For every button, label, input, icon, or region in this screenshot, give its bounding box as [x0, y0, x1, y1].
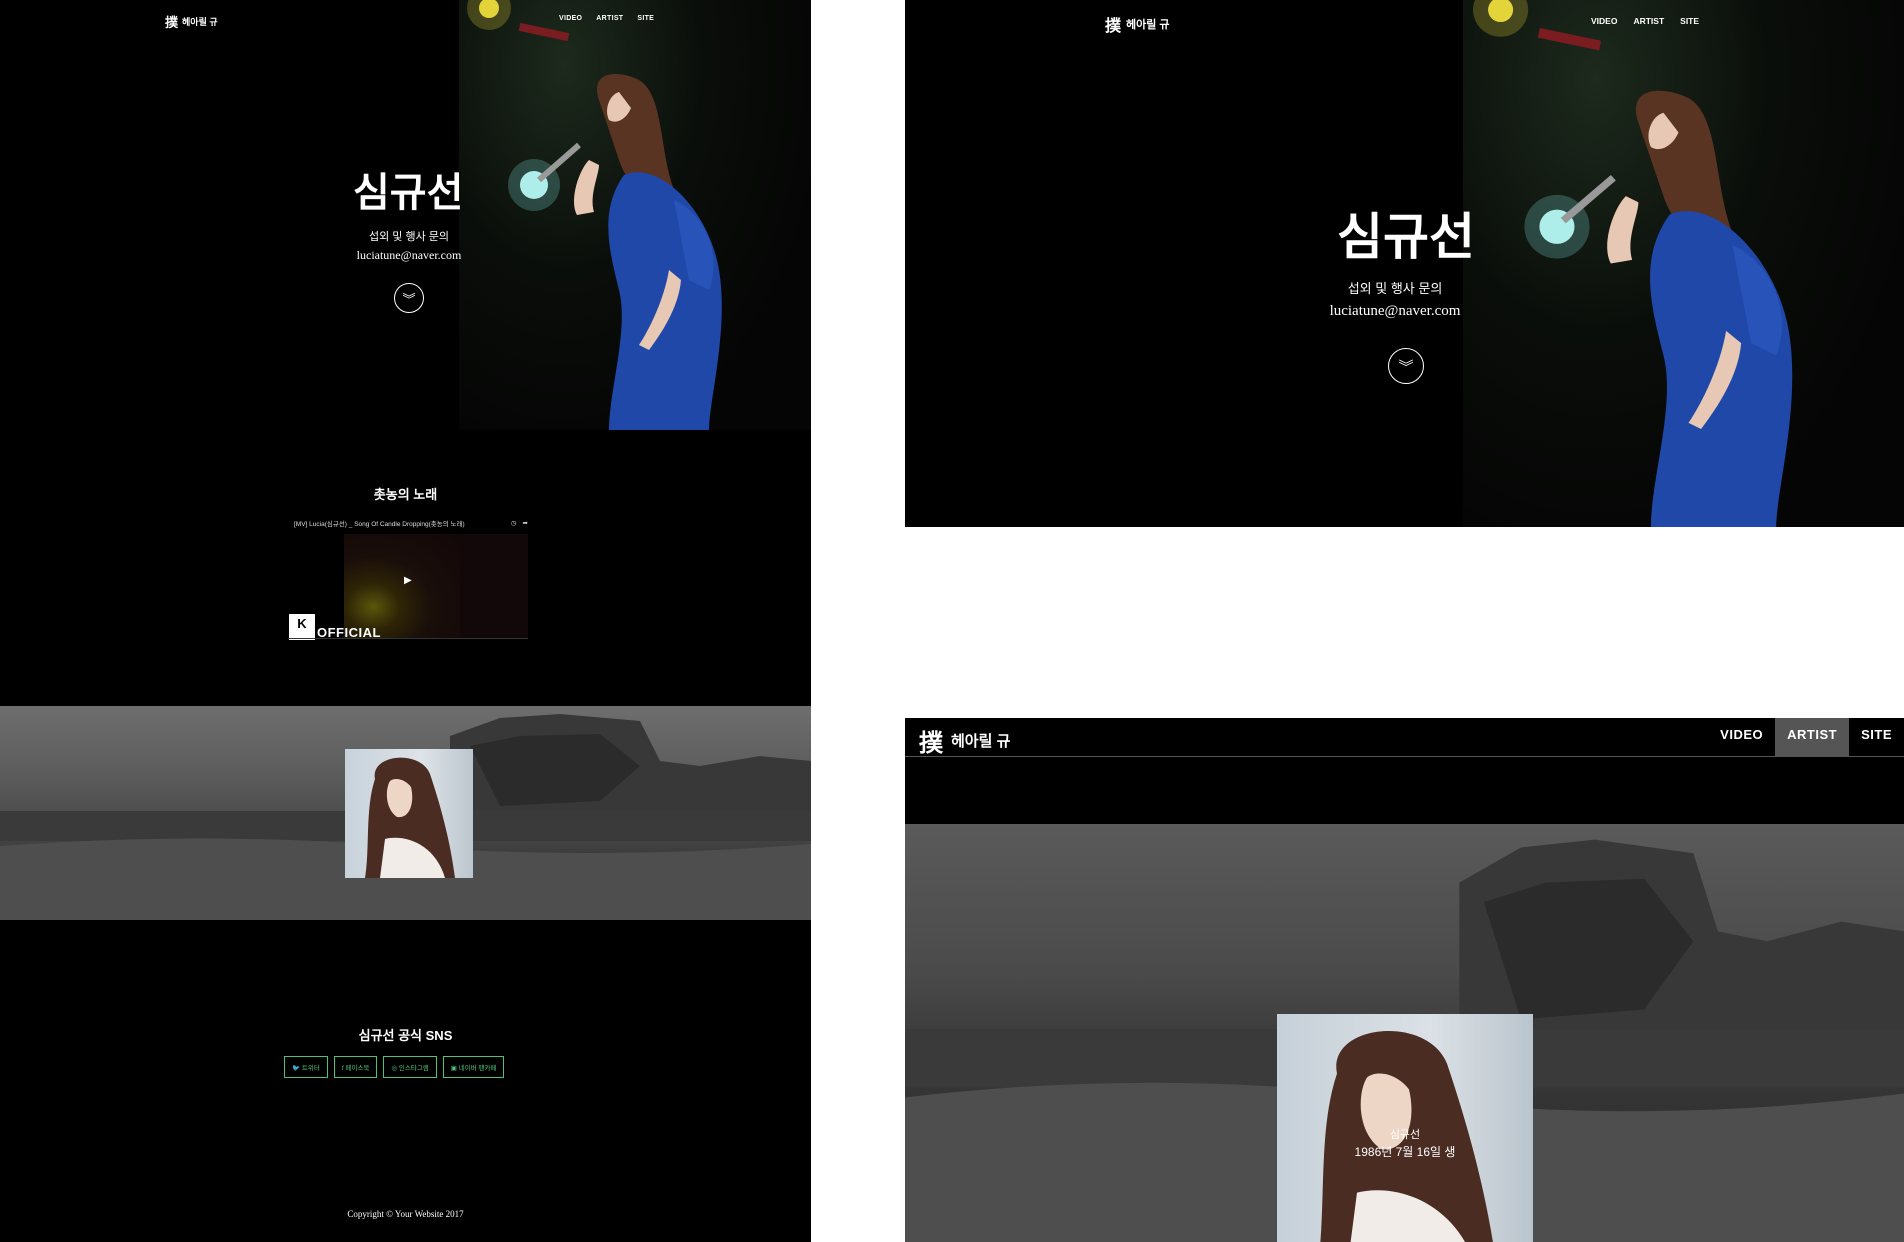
- logo-text-artist: 헤아릴 규: [951, 733, 1011, 750]
- hero-subtitle-zoom: 섭외 및 행사 문의: [1347, 281, 1443, 296]
- twitter-icon: 🐦: [292, 1065, 301, 1072]
- nav-item-video[interactable]: VIDEO: [559, 15, 582, 22]
- hero-contact: 섭외 및 행사 문의 luciatune@naver.com: [335, 228, 483, 264]
- channel-badge: K OFFICIAL: [289, 614, 381, 640]
- portrait-illustration: [365, 757, 455, 878]
- nav-item-artist-active[interactable]: ARTIST: [1775, 718, 1850, 756]
- logo-text: 헤아릴 규: [182, 17, 218, 27]
- nav-logo[interactable]: 撲 헤아릴 규: [165, 12, 218, 31]
- naver-cafe-button[interactable]: ▣ 네이버 팬카페: [442, 1056, 505, 1078]
- video-title-bar: [MV] Lucia(심규선) _ Song Of Candle Droppin…: [294, 518, 528, 528]
- hero-zoom-preview: 撲 헤아릴 규 VIDEO ARTIST SITE 심규선 섭외 및 행사 문의…: [905, 0, 1904, 527]
- hero-email[interactable]: luciatune@naver.com: [335, 246, 483, 264]
- hero-email-zoom[interactable]: luciatune@naver.com: [1305, 300, 1485, 322]
- instagram-icon: ◎: [391, 1065, 398, 1072]
- artist-section-background-zoom: 심규선 1986년 7월 16일 생: [905, 824, 1904, 1242]
- hero-title-zoom: 심규선: [1337, 209, 1475, 265]
- instagram-button[interactable]: ◎ 인스타그램: [383, 1056, 437, 1078]
- double-chevron-down-icon: ︾: [402, 291, 416, 307]
- naver-cafe-label: 네이버 팬카페: [458, 1065, 497, 1072]
- hero-subtitle: 섭외 및 행사 문의: [368, 231, 449, 243]
- nav-item-artist-zoom[interactable]: ARTIST: [1633, 16, 1664, 26]
- scroll-down-button[interactable]: ︾: [394, 283, 424, 313]
- hero-photo-singer-zoom: [1463, 0, 1904, 527]
- naver-cafe-icon: ▣: [450, 1065, 457, 1072]
- logo-mark-artist: 撲: [919, 730, 943, 757]
- watch-later-icon[interactable]: ◷: [511, 519, 517, 527]
- channel-logo: K: [289, 614, 315, 640]
- logo-mark: 撲: [165, 15, 179, 30]
- artist-portrait-large: 심규선 1986년 7월 16일 생: [1277, 1014, 1533, 1242]
- scroll-down-button-zoom[interactable]: ︾: [1388, 348, 1424, 384]
- nav-item-artist[interactable]: ARTIST: [596, 15, 623, 22]
- video-section-heading: 촛농의 노래: [373, 487, 438, 502]
- nav-divider: [905, 756, 1904, 757]
- artist-caption: 심규선 1986년 7월 16일 생: [1277, 1127, 1533, 1161]
- nav-item-video-zoom[interactable]: VIDEO: [1591, 16, 1617, 26]
- share-icon[interactable]: ➦: [523, 519, 528, 527]
- video-progress-line: [288, 638, 528, 639]
- logo-mark-zoom: 撲: [1105, 18, 1122, 35]
- nav-item-site-artist[interactable]: SITE: [1849, 718, 1904, 756]
- nav-logo-artist[interactable]: 撲 헤아릴 규: [919, 723, 1010, 758]
- hero-title: 심규선: [353, 171, 464, 215]
- twitter-button[interactable]: 🐦 트위터: [284, 1056, 328, 1078]
- play-icon[interactable]: ▶: [404, 575, 412, 586]
- sns-section-heading: 심규선 공식 SNS: [358, 1028, 453, 1043]
- nav-item-site[interactable]: SITE: [637, 15, 654, 22]
- nav-item-video-artist[interactable]: VIDEO: [1708, 718, 1775, 756]
- nav-menu: VIDEO ARTIST SITE: [559, 15, 654, 22]
- video-thumbnail-dark: [460, 534, 528, 638]
- double-chevron-down-icon: ︾: [1398, 358, 1414, 376]
- nav-menu-zoom: VIDEO ARTIST SITE: [1591, 16, 1699, 26]
- artist-portrait-small: [345, 749, 473, 878]
- singer-illustration-zoom: [1473, 0, 1793, 527]
- footer-copyright: Copyright © Your Website 2017: [347, 1209, 464, 1219]
- twitter-label: 트위터: [301, 1065, 320, 1072]
- nav-item-site-zoom[interactable]: SITE: [1680, 16, 1699, 26]
- artist-birthdate: 1986년 7월 16일 생: [1354, 1145, 1456, 1159]
- nav-logo-zoom[interactable]: 撲 헤아릴 규: [1105, 12, 1170, 36]
- sns-links: 🐦 트위터 f 페이스북 ◎ 인스타그램 ▣ 네이버 팬카페: [284, 1056, 505, 1078]
- facebook-icon: f: [341, 1065, 344, 1072]
- full-page-preview: 撲 헤아릴 규 VIDEO ARTIST SITE 심규선 섭외 및 행사 문의…: [0, 0, 811, 1242]
- video-title[interactable]: [MV] Lucia(심규선) _ Song Of Candle Droppin…: [294, 518, 505, 528]
- facebook-label: 페이스북: [345, 1065, 370, 1072]
- singer-illustration: [467, 0, 722, 430]
- artist-zoom-preview: 撲 헤아릴 규 VIDEO ARTIST SITE 심규선 1986년 7월 1…: [905, 718, 1904, 1242]
- logo-text-zoom: 헤아릴 규: [1126, 19, 1170, 31]
- instagram-label: 인스타그램: [398, 1065, 429, 1072]
- artist-name: 심규선: [1389, 1129, 1421, 1141]
- facebook-button[interactable]: f 페이스북: [333, 1056, 378, 1078]
- nav-menu-artist: VIDEO ARTIST SITE: [1708, 718, 1904, 756]
- hero-photo-singer: [459, 0, 811, 430]
- hero-contact-zoom: 섭외 및 행사 문의 luciatune@naver.com: [1305, 278, 1485, 322]
